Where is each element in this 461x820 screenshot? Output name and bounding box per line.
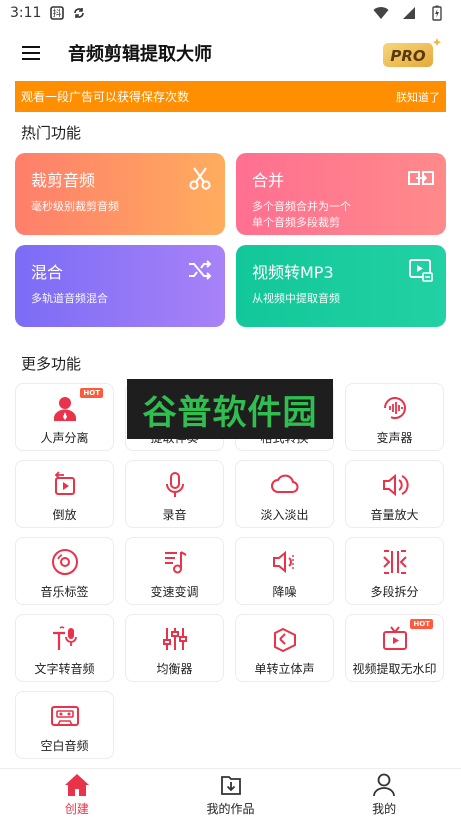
- tile-blank-audio[interactable]: 空白音频: [15, 691, 114, 759]
- tile-voice-changer[interactable]: 变声器: [345, 383, 444, 451]
- tile-volume-boost[interactable]: 音量放大: [345, 460, 444, 528]
- svg-text:抖: 抖: [53, 8, 62, 20]
- banner-dismiss-button[interactable]: 朕知道了: [396, 89, 440, 105]
- music-disc-icon: [50, 547, 80, 577]
- tile-label: 视频提取无水印: [352, 662, 437, 676]
- voice-changer-icon: [380, 393, 410, 423]
- video-convert-icon: [409, 259, 433, 282]
- tile-label: 倒放: [52, 508, 77, 522]
- app-bar: 音频剪辑提取大师 PRO: [0, 26, 461, 80]
- tile-record[interactable]: 录音: [125, 460, 224, 528]
- tile-noise-reduction[interactable]: 降噪: [235, 537, 334, 605]
- merge-icon: [408, 171, 434, 185]
- card-desc: 毫秒级别裁剪音频: [31, 200, 119, 213]
- hot-badge: HOT: [80, 388, 103, 398]
- microphone-icon: [160, 470, 190, 500]
- battery-icon: [429, 5, 445, 21]
- card-title: 合并: [252, 171, 285, 190]
- page-title: 音频剪辑提取大师: [68, 44, 212, 65]
- wifi-icon: [373, 5, 389, 21]
- banner-text: 观看一段广告可以获得保存次数: [21, 90, 190, 104]
- tile-label: 多段拆分: [370, 585, 419, 599]
- card-desc-line2: 单个音频多段裁剪: [252, 216, 340, 229]
- status-bar: 3:11 抖: [0, 0, 461, 26]
- card-merge[interactable]: 合并 多个音频合并为一个 单个音频多段裁剪: [236, 153, 446, 235]
- volume-up-icon: [380, 470, 410, 500]
- music-note-icon: [160, 547, 190, 577]
- tile-label: 单转立体声: [254, 662, 315, 676]
- card-mix[interactable]: 混合 多轨道音频混合: [15, 245, 225, 327]
- watermark-logo: 谷普软件园: [127, 379, 333, 439]
- hamburger-icon: [22, 46, 40, 60]
- pro-badge-button[interactable]: PRO: [381, 36, 445, 68]
- tile-label: 变速变调: [150, 585, 199, 599]
- tile-label: 音乐标签: [40, 585, 89, 599]
- card-trim-audio[interactable]: 裁剪音频 毫秒级别裁剪音频: [15, 153, 225, 235]
- tab-label: 我的作品: [206, 801, 255, 816]
- tab-create[interactable]: 创建: [0, 769, 154, 820]
- card-desc: 从视频中提取音频: [252, 292, 340, 305]
- tile-label: 人声分离: [40, 431, 89, 445]
- split-icon: [380, 547, 410, 577]
- tile-text-to-audio[interactable]: 文字转音频: [15, 614, 114, 682]
- notification-app-icon: 抖: [49, 5, 65, 21]
- tile-fade[interactable]: 淡入淡出: [235, 460, 334, 528]
- menu-button[interactable]: [16, 38, 46, 68]
- tile-label: 变声器: [376, 431, 413, 445]
- tile-speed-pitch[interactable]: 变速变调: [125, 537, 224, 605]
- sync-icon: [71, 5, 87, 21]
- download-folder-icon: [220, 775, 241, 795]
- tile-equalizer[interactable]: 均衡器: [125, 614, 224, 682]
- equalizer-icon: [160, 624, 190, 654]
- tab-label: 创建: [64, 801, 89, 816]
- ad-banner: 观看一段广告可以获得保存次数 朕知道了: [15, 81, 446, 112]
- card-desc: 多轨道音频混合: [31, 292, 108, 305]
- card-title: 裁剪音频: [31, 171, 96, 190]
- tile-music-tags[interactable]: 音乐标签: [15, 537, 114, 605]
- tab-mine[interactable]: 我的: [307, 769, 461, 820]
- tile-label: 空白音频: [40, 739, 89, 753]
- tile-label: 录音: [162, 508, 187, 522]
- card-title: 混合: [31, 263, 64, 282]
- cassette-icon: [50, 701, 80, 731]
- tab-my-works[interactable]: 我的作品: [154, 769, 308, 820]
- tile-voice-separation[interactable]: HOT 人声分离: [15, 383, 114, 451]
- card-desc-line1: 多个音频合并为一个: [252, 200, 351, 213]
- tile-label: 音量放大: [370, 508, 419, 522]
- scissors-icon: [189, 167, 211, 190]
- tile-label: 降噪: [272, 585, 297, 599]
- user-icon: [373, 773, 396, 796]
- home-icon: [64, 773, 89, 796]
- tile-label: 文字转音频: [34, 662, 95, 676]
- tile-video-remove-watermark[interactable]: HOT 视频提取无水印: [345, 614, 444, 682]
- hot-badge: HOT: [410, 619, 433, 629]
- section-title-more: 更多功能: [21, 355, 82, 373]
- signal-icon: [401, 5, 417, 21]
- shuffle-icon: [189, 260, 212, 280]
- card-video-to-mp3[interactable]: 视频转MP3 从视频中提取音频: [236, 245, 446, 327]
- voice-separate-icon: [50, 393, 80, 423]
- cloud-icon: [270, 470, 300, 500]
- bottom-tab-bar: 创建 我的作品 我的: [0, 768, 461, 820]
- section-title-hot: 热门功能: [21, 124, 82, 142]
- tile-label: 淡入淡出: [260, 508, 309, 522]
- status-time: 3:11: [10, 5, 42, 21]
- volume-down-icon: [270, 547, 300, 577]
- tv-icon: [380, 624, 410, 654]
- tile-label: 均衡器: [156, 662, 193, 676]
- tab-label: 我的: [372, 801, 397, 816]
- reverse-play-icon: [50, 470, 80, 500]
- tile-multi-split[interactable]: 多段拆分: [345, 537, 444, 605]
- tile-reverse-play[interactable]: 倒放: [15, 460, 114, 528]
- card-title: 视频转MP3: [252, 263, 334, 282]
- pro-badge-text: PRO: [390, 47, 426, 65]
- text-to-speech-icon: [50, 624, 80, 654]
- tile-mono-to-stereo[interactable]: 单转立体声: [235, 614, 334, 682]
- stereo-icon: [270, 624, 300, 654]
